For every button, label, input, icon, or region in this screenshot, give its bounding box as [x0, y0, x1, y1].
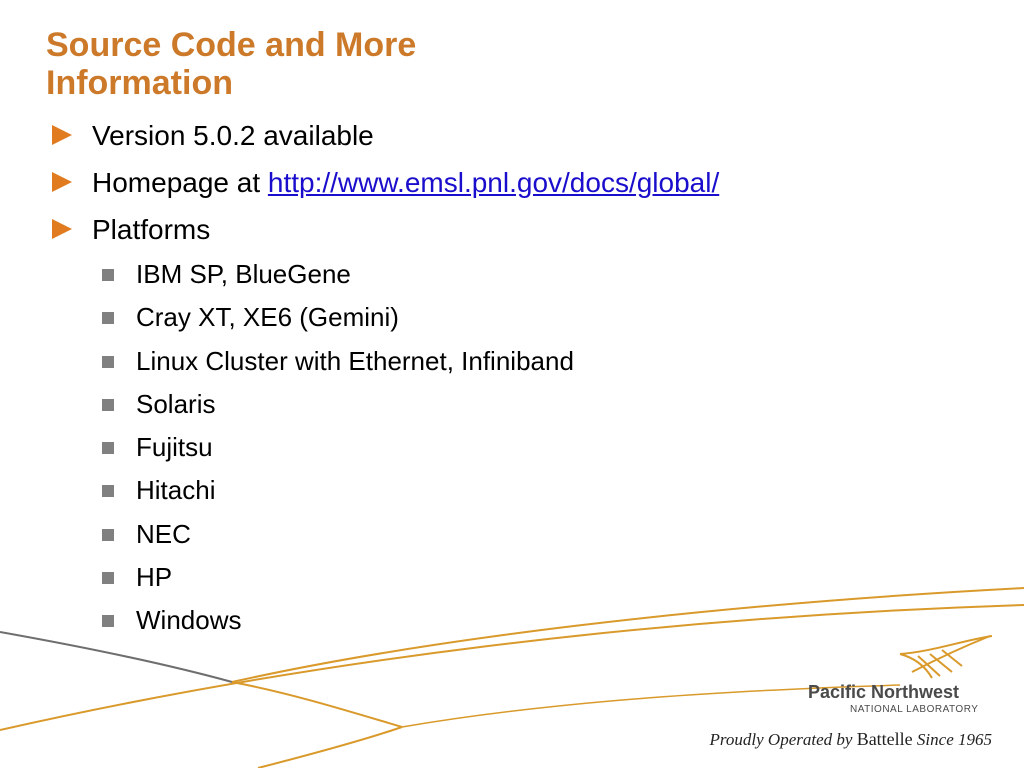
- square-bullet-icon: [102, 398, 114, 411]
- platform-label: Cray XT, XE6 (Gemini): [136, 302, 399, 333]
- square-bullet-icon: [102, 269, 114, 281]
- bullet-version-text: Version 5.0.2 available: [92, 120, 374, 151]
- bullet-platforms-text: Platforms: [92, 214, 211, 245]
- tagline-operated: Proudly Operated by: [709, 730, 853, 749]
- pnnl-logo: Pacific Northwest NATIONAL LABORATORY: [800, 632, 1000, 722]
- tagline-since: Since 1965: [916, 730, 992, 749]
- title-line-1: Source Code and More: [46, 26, 417, 64]
- logo-subtitle: NATIONAL LABORATORY: [850, 704, 979, 715]
- bullet-version: Version 5.0.2 available: [52, 112, 992, 159]
- platform-label: NEC: [136, 518, 191, 549]
- platform-label: Windows: [136, 605, 242, 636]
- platform-item: IBM SP, BlueGene: [52, 253, 992, 296]
- square-bullet-icon: [102, 355, 114, 368]
- square-bullet-icon: [102, 572, 114, 585]
- platform-label: IBM SP, BlueGene: [136, 259, 351, 289]
- bullet-homepage: Homepage at http://www.emsl.pnl.gov/docs…: [52, 159, 992, 206]
- platforms-sublist-item: IBM SP, BlueGene Cray XT, XE6 (Gemini) L…: [52, 253, 992, 643]
- homepage-link[interactable]: http://www.emsl.pnl.gov/docs/global/: [268, 167, 719, 198]
- platform-item: Cray XT, XE6 (Gemini): [52, 296, 992, 339]
- platform-label: HP: [136, 562, 173, 593]
- square-bullet-icon: [102, 615, 114, 628]
- arrow-bullet-icon: [52, 172, 72, 192]
- platform-label: Fujitsu: [136, 432, 213, 463]
- platforms-sublist: IBM SP, BlueGene Cray XT, XE6 (Gemini) L…: [52, 253, 992, 643]
- platform-item: Hitachi: [52, 469, 992, 512]
- title-line-2: Information: [46, 64, 233, 102]
- square-bullet-icon: [102, 485, 114, 498]
- bullet-platforms: Platforms: [52, 206, 992, 253]
- bullet-homepage-prefix: Homepage at: [92, 167, 268, 198]
- slide-title: Source Code and More Information: [46, 26, 646, 102]
- footer-tagline: Proudly Operated by Battelle Since 1965: [710, 729, 992, 750]
- logo-name: Pacific Northwest: [808, 682, 960, 702]
- tagline-brand: Battelle: [856, 729, 913, 749]
- platform-label: Hitachi: [136, 475, 216, 506]
- bullet-list: Version 5.0.2 available Homepage at http…: [52, 112, 992, 643]
- gold-swoosh-line-middle: [231, 681, 403, 728]
- platform-item: HP: [52, 556, 992, 599]
- platform-item: NEC: [52, 513, 992, 556]
- platform-label: Solaris: [136, 388, 216, 419]
- square-bullet-icon: [102, 312, 114, 325]
- pnnl-mark-icon: [899, 635, 993, 679]
- platform-item: Solaris: [52, 383, 992, 426]
- square-bullet-icon: [102, 442, 114, 455]
- arrow-bullet-icon: [52, 125, 72, 145]
- square-bullet-icon: [102, 528, 114, 541]
- platform-label: Linux Cluster with Ethernet, Infiniband: [136, 345, 574, 376]
- gold-swoosh-line-bottom: [257, 726, 403, 768]
- platform-item: Linux Cluster with Ethernet, Infiniband: [52, 340, 992, 383]
- slide: Source Code and More Information Version…: [0, 0, 1024, 768]
- arrow-bullet-icon: [52, 219, 72, 239]
- platform-item: Fujitsu: [52, 426, 992, 469]
